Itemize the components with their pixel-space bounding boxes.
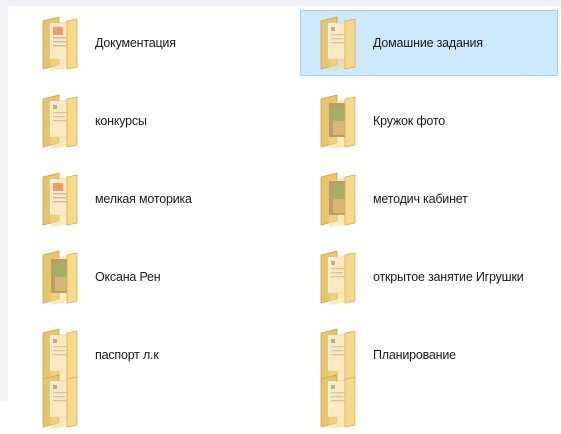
- folder-item[interactable]: конкурсы: [22, 88, 280, 154]
- folder-icon: [37, 91, 89, 151]
- folder-item[interactable]: открытое занятие Игрушки: [300, 244, 558, 310]
- folder-icon: [37, 371, 89, 431]
- folder-label: Документация: [95, 36, 176, 50]
- folder-icon: [315, 371, 367, 431]
- folder-icon: [37, 247, 89, 307]
- folder-label: конкурсы: [95, 114, 147, 128]
- folder-item[interactable]: мелкая моторика: [22, 166, 280, 232]
- folder-item[interactable]: Домашние задания: [300, 10, 558, 76]
- folder-label: мелкая моторика: [95, 192, 192, 206]
- folder-item[interactable]: Кружок фото: [300, 88, 558, 154]
- folder-icon: [315, 13, 367, 73]
- folder-item[interactable]: Документация: [22, 10, 280, 76]
- window-left-edge: [0, 0, 8, 401]
- folder-item[interactable]: методич кабинет: [300, 166, 558, 232]
- window-top-edge: [0, 0, 561, 6]
- folder-icon: [37, 169, 89, 229]
- folder-icon: [315, 247, 367, 307]
- folder-item-partial[interactable]: [300, 368, 558, 434]
- folder-grid: Документация Домашние задания конкурсы К…: [18, 8, 561, 429]
- folder-item[interactable]: Оксана Рен: [22, 244, 280, 310]
- folder-label: Оксана Рен: [95, 270, 161, 284]
- folder-icon: [315, 169, 367, 229]
- folder-icon: [315, 91, 367, 151]
- folder-label: Кружок фото: [373, 114, 446, 128]
- folder-label: методич кабинет: [373, 192, 468, 206]
- folder-item-partial[interactable]: [22, 368, 280, 434]
- folder-label: открытое занятие Игрушки: [373, 270, 524, 284]
- folder-icon: [37, 13, 89, 73]
- folder-label: Домашние задания: [373, 36, 483, 50]
- folder-label: Планирование: [373, 348, 456, 362]
- folder-label: паспорт л.к: [95, 348, 159, 362]
